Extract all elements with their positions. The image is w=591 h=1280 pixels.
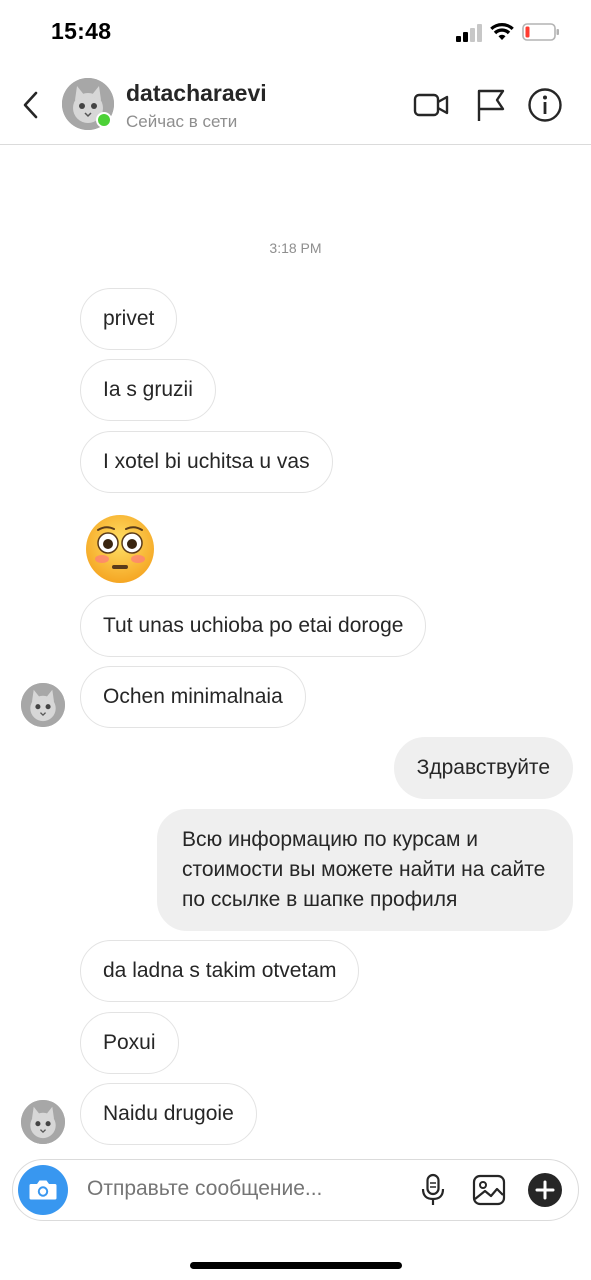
message-bubble-incoming[interactable]: Ia s gruzii xyxy=(80,359,216,421)
sender-avatar[interactable] xyxy=(21,683,65,727)
report-flag-icon[interactable] xyxy=(472,86,510,124)
contact-username[interactable]: datacharaevi xyxy=(126,80,267,107)
back-arrow-icon[interactable] xyxy=(18,88,46,122)
camera-icon xyxy=(29,1180,57,1200)
info-icon[interactable] xyxy=(526,86,564,124)
status-bar: 15:48 xyxy=(0,0,591,64)
message-input[interactable] xyxy=(87,1177,407,1201)
online-indicator xyxy=(96,112,112,128)
message-composer xyxy=(12,1159,579,1221)
battery-icon xyxy=(522,23,559,41)
message-bubble-incoming[interactable]: I xotel bi uchitsa u vas xyxy=(80,431,333,493)
microphone-icon[interactable] xyxy=(415,1172,451,1208)
cat-avatar-icon xyxy=(21,683,65,727)
flushed-face-emoji[interactable] xyxy=(84,513,156,585)
cat-avatar-icon xyxy=(21,1100,65,1144)
wifi-icon xyxy=(490,23,514,40)
video-call-icon[interactable] xyxy=(412,86,450,124)
home-indicator[interactable] xyxy=(190,1262,402,1269)
contact-presence: Сейчас в сети xyxy=(126,112,238,131)
cellular-signal-icon xyxy=(456,24,482,42)
message-bubble-incoming[interactable]: Tut unas uchioba po etai doroge xyxy=(80,595,427,657)
message-bubble-incoming[interactable]: Naidu drugoie xyxy=(80,1083,257,1145)
message-bubble-incoming[interactable]: privet xyxy=(80,288,178,350)
message-bubble-incoming[interactable]: Ochen minimalnaia xyxy=(80,666,306,728)
message-bubble-incoming[interactable]: da ladna s takim otvetam xyxy=(80,940,360,1002)
message-bubble-incoming[interactable]: Poxui xyxy=(80,1012,179,1074)
message-bubble-outgoing[interactable]: Всю информацию по курсам и стоимости вы … xyxy=(157,809,573,931)
status-time: 15:48 xyxy=(51,18,112,44)
sender-avatar[interactable] xyxy=(21,1100,65,1144)
chat-header: datacharaevi Сейчас в сети xyxy=(0,64,591,145)
message-bubble-outgoing[interactable]: Здравствуйте xyxy=(393,737,573,799)
message-timestamp: 3:18 PM xyxy=(269,240,322,256)
gallery-icon[interactable] xyxy=(471,1172,507,1208)
camera-button[interactable] xyxy=(18,1165,68,1215)
add-plus-icon[interactable] xyxy=(527,1172,563,1208)
